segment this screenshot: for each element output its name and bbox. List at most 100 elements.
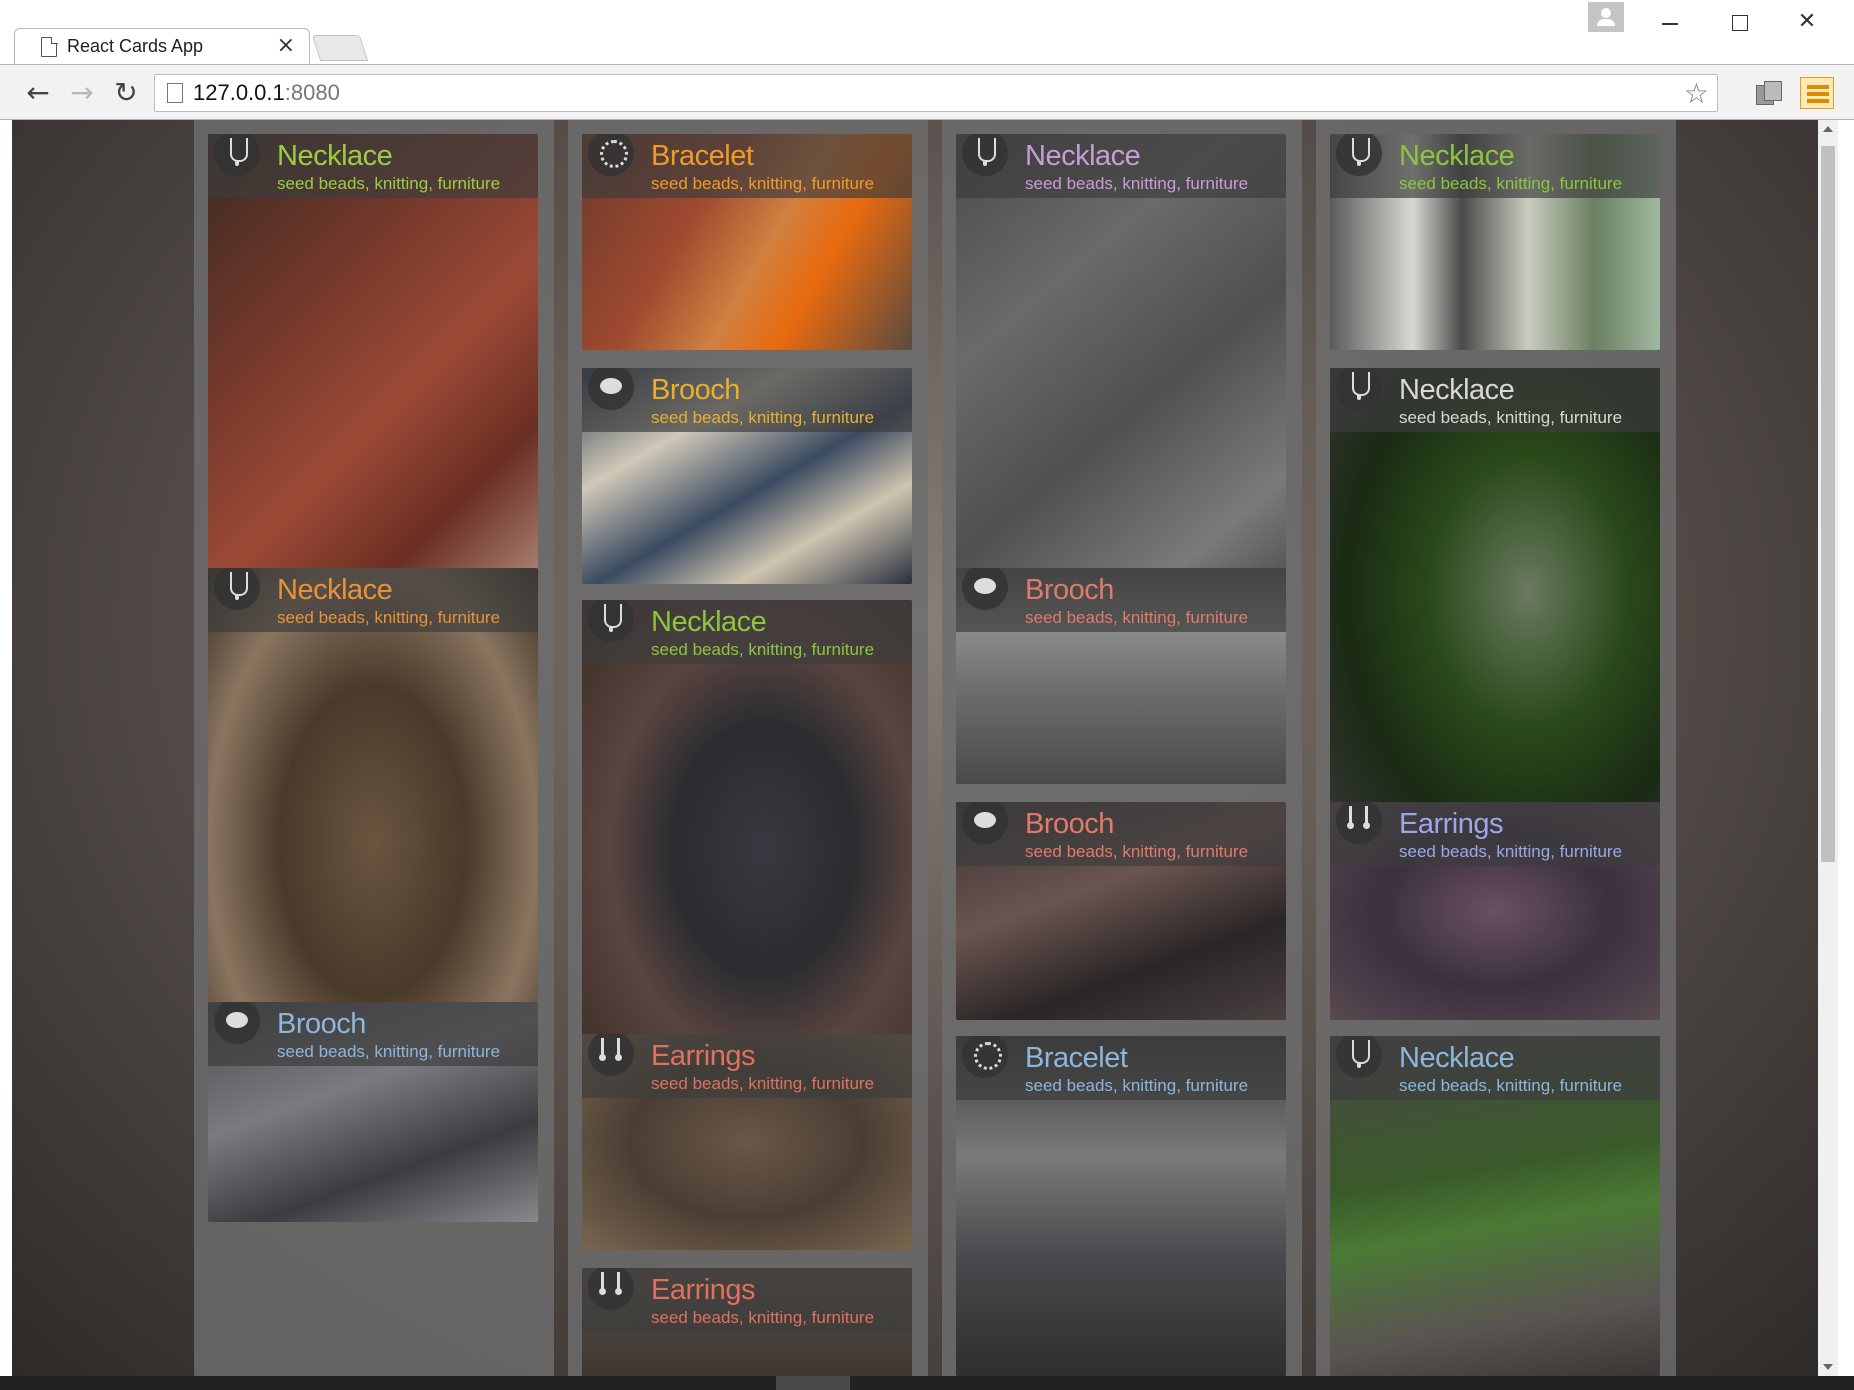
scroll-down-arrow-icon[interactable] — [1823, 1364, 1833, 1370]
necklace-icon — [1336, 368, 1382, 410]
card-header: Brooch seed beads, knitting, furniture — [956, 802, 1286, 866]
page-viewport: Necklace seed beads, knitting, furniture N… — [12, 120, 1836, 1376]
necklace-icon — [1336, 1036, 1382, 1078]
product-photo — [582, 600, 912, 1098]
product-card[interactable]: Necklace seed beads, knitting, furniture — [582, 600, 912, 1098]
card-tags: seed beads, knitting, furniture — [651, 1074, 875, 1093]
card-header: Necklace seed beads, knitting, furniture — [956, 134, 1286, 198]
card-header: Brooch seed beads, knitting, furniture — [956, 568, 1286, 632]
card-header: Necklace seed beads, knitting, furniture — [1330, 1036, 1660, 1100]
forward-button[interactable]: → — [64, 75, 100, 111]
bookmark-star-icon[interactable]: ☆ — [1684, 77, 1709, 110]
card-tags: seed beads, knitting, furniture — [1025, 174, 1249, 193]
scroll-thumb[interactable] — [1821, 146, 1835, 862]
browser-window: React Cards App × ✕ ← → ↻ 127.0.0.1:8080… — [0, 0, 1854, 1390]
card-title: Bracelet — [651, 140, 754, 172]
close-button[interactable]: ✕ — [1784, 6, 1830, 38]
brooch-icon — [962, 568, 1008, 610]
profile-icon[interactable] — [1588, 2, 1624, 32]
necklace-icon — [588, 600, 634, 642]
new-tab-button[interactable] — [311, 35, 369, 61]
card-title: Necklace — [1025, 140, 1141, 172]
card-tags: seed beads, knitting, furniture — [277, 608, 501, 627]
card-tags: seed beads, knitting, furniture — [1399, 174, 1623, 193]
product-card[interactable]: Bracelet seed beads, knitting, furniture — [956, 1036, 1286, 1376]
product-card[interactable]: Necklace seed beads, knitting, furniture — [208, 568, 538, 1066]
card-tags: seed beads, knitting, furniture — [1025, 1076, 1249, 1095]
card-column: Necklace seed beads, knitting, furniture N… — [194, 120, 554, 1376]
product-card[interactable]: Necklace seed beads, knitting, furniture — [1330, 368, 1660, 866]
card-tags: seed beads, knitting, furniture — [1399, 1076, 1623, 1095]
product-card[interactable]: Brooch seed beads, knitting, furniture — [956, 568, 1286, 784]
card-tags: seed beads, knitting, furniture — [1025, 608, 1249, 627]
necklace-icon — [214, 134, 260, 176]
product-card[interactable]: Earrings seed beads, knitting, furniture — [582, 1034, 912, 1250]
card-header: Bracelet seed beads, knitting, furniture — [582, 134, 912, 198]
card-header: Bracelet seed beads, knitting, furniture — [956, 1036, 1286, 1100]
product-card[interactable]: Brooch seed beads, knitting, furniture — [208, 1002, 538, 1222]
card-header: Earrings seed beads, knitting, furniture — [1330, 802, 1660, 866]
card-tags: seed beads, knitting, furniture — [651, 1308, 875, 1327]
vertical-scrollbar[interactable] — [1818, 120, 1838, 1376]
card-title: Necklace — [651, 606, 767, 638]
card-header: Necklace seed beads, knitting, furniture — [1330, 134, 1660, 198]
card-title: Brooch — [1025, 574, 1114, 606]
earrings-icon — [1336, 802, 1382, 844]
address-bar[interactable]: 127.0.0.1:8080 ☆ — [154, 74, 1718, 112]
card-title: Necklace — [1399, 374, 1515, 406]
back-button[interactable]: ← — [20, 75, 56, 111]
card-title: Earrings — [651, 1274, 756, 1306]
menu-icon[interactable] — [1800, 77, 1834, 109]
extension-icon[interactable] — [1754, 79, 1784, 107]
card-header: Necklace seed beads, knitting, furniture — [1330, 368, 1660, 432]
product-card[interactable]: Bracelet seed beads, knitting, furniture — [582, 134, 912, 350]
card-header: Earrings seed beads, knitting, furniture — [582, 1034, 912, 1098]
card-header: Earrings seed beads, knitting, furniture — [582, 1268, 912, 1332]
card-title: Brooch — [1025, 808, 1114, 840]
card-header: Brooch seed beads, knitting, furniture — [208, 1002, 538, 1066]
card-tags: seed beads, knitting, furniture — [277, 174, 501, 193]
bracelet-icon — [588, 134, 634, 176]
product-card[interactable]: Earrings seed beads, knitting, furniture — [1330, 802, 1660, 1020]
card-title: Earrings — [651, 1040, 756, 1072]
reload-button[interactable]: ↻ — [108, 75, 144, 111]
minimize-button[interactable] — [1646, 6, 1692, 38]
product-card[interactable]: Brooch seed beads, knitting, furniture — [582, 368, 912, 584]
url-host: 127.0.0.1 — [193, 80, 285, 105]
earrings-icon — [588, 1268, 634, 1310]
bracelet-icon — [962, 1036, 1008, 1078]
product-card[interactable]: Necklace seed beads, knitting, furniture — [1330, 1036, 1660, 1376]
product-card[interactable]: Brooch seed beads, knitting, furniture — [956, 802, 1286, 1020]
tab-react-cards-app[interactable]: React Cards App × — [14, 28, 310, 66]
card-tags: seed beads, knitting, furniture — [1399, 842, 1623, 861]
card-column: Necklace seed beads, knitting, furniture B… — [942, 120, 1302, 1376]
earrings-icon — [588, 1034, 634, 1076]
card-header: Necklace seed beads, knitting, furniture — [582, 600, 912, 664]
bottom-bar — [0, 1376, 1854, 1390]
card-title: Brooch — [277, 1008, 366, 1040]
product-card[interactable]: Earrings seed beads, knitting, furniture — [582, 1268, 912, 1376]
card-column: Necklace seed beads, knitting, furniture N… — [1316, 120, 1676, 1376]
url-port: :8080 — [284, 80, 340, 105]
product-card[interactable]: Necklace seed beads, knitting, furniture — [956, 134, 1286, 632]
scroll-up-arrow-icon[interactable] — [1823, 126, 1833, 132]
brooch-icon — [588, 368, 634, 410]
brooch-icon — [214, 1002, 260, 1044]
product-card[interactable]: Necklace seed beads, knitting, furniture — [1330, 134, 1660, 350]
tab-title: React Cards App — [67, 36, 204, 56]
necklace-icon — [1336, 134, 1382, 176]
card-header: Brooch seed beads, knitting, furniture — [582, 368, 912, 432]
product-card[interactable]: Necklace seed beads, knitting, furniture — [208, 134, 538, 632]
tab-close-icon[interactable]: × — [277, 33, 295, 58]
brooch-icon — [962, 802, 1008, 844]
title-bar: React Cards App × ✕ — [0, 0, 1854, 66]
product-photo — [208, 134, 538, 632]
card-title: Necklace — [1399, 140, 1515, 172]
card-title: Necklace — [277, 574, 393, 606]
url-text[interactable]: 127.0.0.1:8080 — [193, 80, 340, 106]
product-photo — [208, 568, 538, 1066]
card-column: Bracelet seed beads, knitting, furniture B… — [568, 120, 928, 1376]
card-title: Necklace — [1399, 1042, 1515, 1074]
maximize-button[interactable] — [1716, 6, 1762, 38]
card-header: Necklace seed beads, knitting, furniture — [208, 134, 538, 198]
